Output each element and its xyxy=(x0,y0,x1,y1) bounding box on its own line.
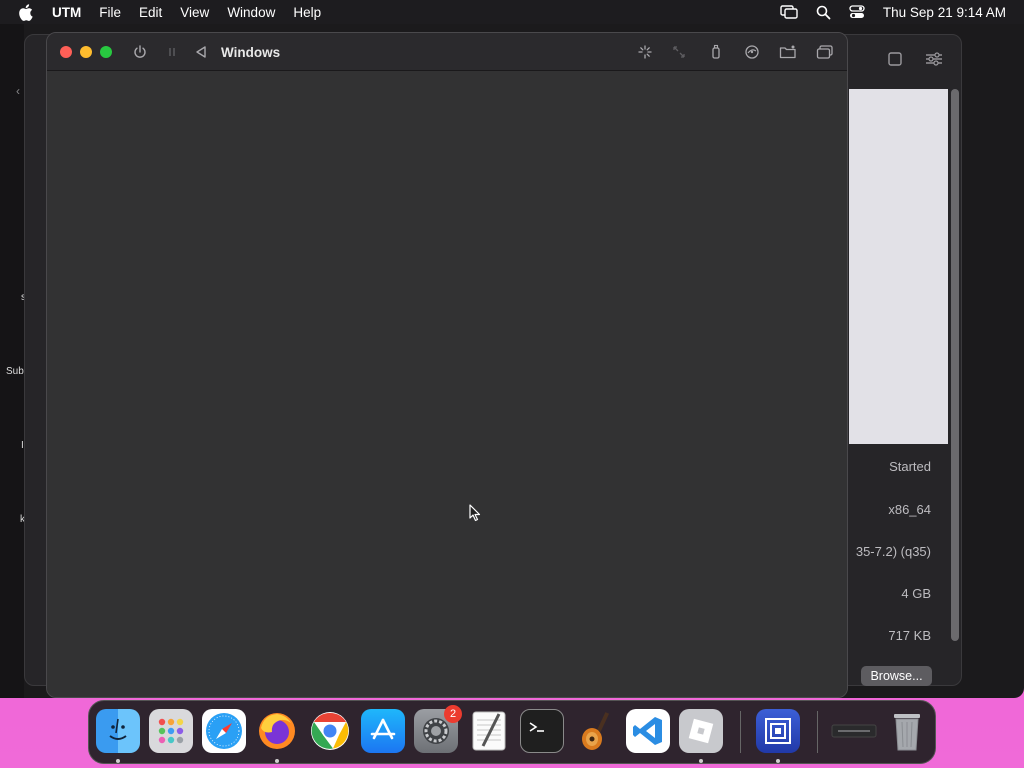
menu-file[interactable]: File xyxy=(99,5,121,20)
dock: 2 xyxy=(88,700,936,764)
close-button[interactable] xyxy=(60,46,72,58)
utm-icon[interactable] xyxy=(756,709,800,753)
menu-bar: UTM File Edit View Window Help Thu Sep 2… xyxy=(0,0,1024,24)
running-indicator xyxy=(699,759,703,763)
shared-folder-icon[interactable] xyxy=(779,44,796,60)
menu-view[interactable]: View xyxy=(180,5,209,20)
menu-clock[interactable]: Thu Sep 21 9:14 AM xyxy=(883,5,1006,20)
menu-app-name[interactable]: UTM xyxy=(52,5,81,20)
menu-edit[interactable]: Edit xyxy=(139,5,162,20)
screen-mirroring-icon[interactable] xyxy=(780,5,798,19)
vm-machine-value: 35-7.2) (q35) xyxy=(855,544,931,559)
dock-separator xyxy=(817,711,818,753)
browse-button[interactable]: Browse... xyxy=(861,666,932,686)
vm-titlebar: Windows xyxy=(47,33,847,71)
window-toolbar-icon[interactable] xyxy=(887,51,903,72)
resize-display-icon[interactable] xyxy=(671,44,687,60)
trash-icon[interactable] xyxy=(885,709,929,753)
sidebar-strip: ‹ s Sub I k xyxy=(0,24,26,698)
running-indicator xyxy=(116,759,120,763)
finder-icon[interactable] xyxy=(96,709,140,753)
vm-memory-value: 4 GB xyxy=(901,586,931,601)
minimized-window-thumbnail[interactable] xyxy=(829,709,879,753)
running-indicator xyxy=(275,759,279,763)
power-icon[interactable] xyxy=(132,44,148,60)
safari-icon[interactable] xyxy=(202,709,246,753)
vscode-icon[interactable] xyxy=(626,709,670,753)
pause-icon[interactable] xyxy=(164,44,180,60)
capture-input-icon[interactable] xyxy=(637,44,653,60)
vm-screenshot-preview xyxy=(849,89,948,444)
apple-menu-icon[interactable] xyxy=(18,3,36,21)
vm-size-value: 717 KB xyxy=(888,628,931,643)
running-indicator xyxy=(776,759,780,763)
mouse-cursor-icon xyxy=(469,504,481,527)
scrollbar[interactable] xyxy=(951,89,959,641)
dock-separator xyxy=(740,711,741,753)
chrome-icon[interactable] xyxy=(308,709,352,753)
spotlight-search-icon[interactable] xyxy=(816,5,831,20)
back-arrow-icon[interactable]: ‹ xyxy=(16,84,20,98)
launchpad-icon[interactable] xyxy=(149,709,193,753)
menu-help[interactable]: Help xyxy=(293,5,321,20)
zoom-button[interactable] xyxy=(100,46,112,58)
roblox-icon[interactable] xyxy=(679,709,723,753)
terminal-icon[interactable] xyxy=(520,709,564,753)
settings-sliders-icon[interactable] xyxy=(925,51,943,72)
textedit-icon[interactable] xyxy=(467,709,511,753)
vm-window: Windows xyxy=(46,32,848,698)
windows-list-icon[interactable] xyxy=(816,44,833,60)
system-settings-icon[interactable]: 2 xyxy=(414,705,462,753)
sidebar-fragment: Sub xyxy=(6,366,24,377)
control-center-icon[interactable] xyxy=(849,5,865,19)
usb-devices-icon[interactable] xyxy=(708,44,724,60)
vm-display-area[interactable] xyxy=(47,72,847,697)
notification-badge: 2 xyxy=(444,705,462,723)
garageband-icon[interactable] xyxy=(573,709,617,753)
vm-status-value: Started xyxy=(889,459,931,474)
menu-window[interactable]: Window xyxy=(227,5,275,20)
restart-icon[interactable] xyxy=(193,44,209,60)
minimize-button[interactable] xyxy=(80,46,92,58)
vm-architecture-value: x86_64 xyxy=(888,502,931,517)
drive-disc-icon[interactable] xyxy=(744,44,760,60)
vm-window-title: Windows xyxy=(221,45,281,60)
firefox-icon[interactable] xyxy=(255,709,299,753)
app-store-icon[interactable] xyxy=(361,709,405,753)
